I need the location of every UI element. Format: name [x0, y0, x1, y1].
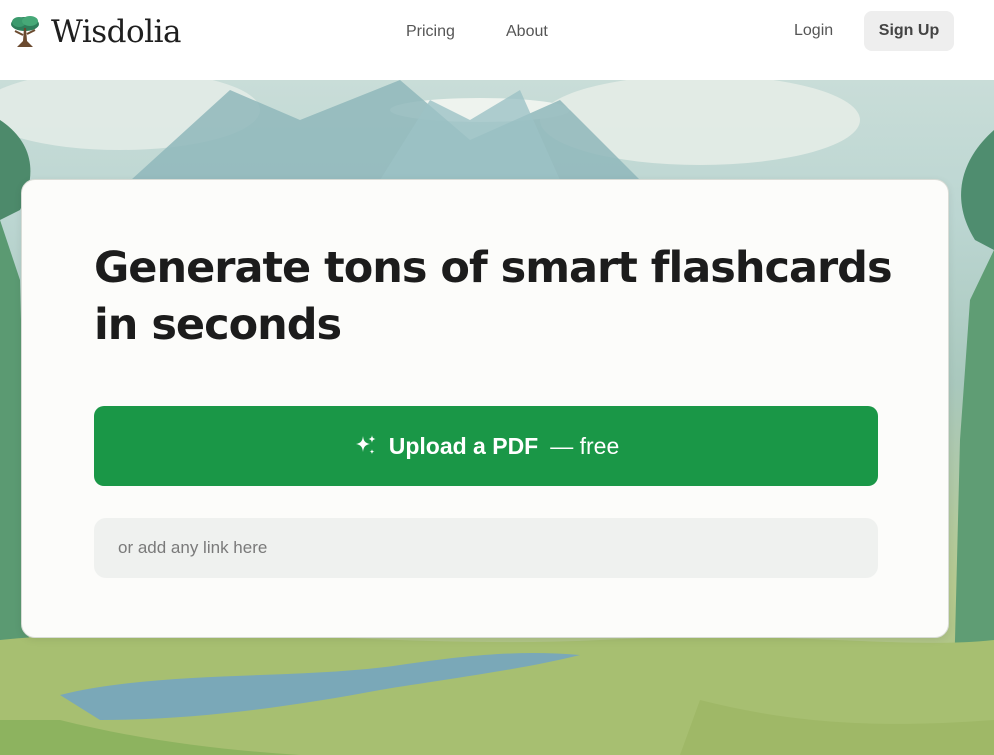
link-input[interactable]	[94, 518, 878, 578]
hero-section: Generate tons of smart flashcards in sec…	[0, 80, 994, 755]
upload-free-label: — free	[550, 432, 620, 459]
login-link[interactable]: Login	[794, 22, 833, 40]
sparkle-icon	[355, 435, 376, 455]
hero-headline: Generate tons of smart flashcards in sec…	[94, 243, 893, 350]
upload-label: Upload a PDF	[388, 432, 539, 459]
brand-name: Wisdolia	[51, 14, 181, 50]
hero-card: Generate tons of smart flashcards in sec…	[21, 179, 949, 638]
signup-button[interactable]: Sign Up	[864, 11, 954, 51]
nav-about-link[interactable]: About	[506, 23, 548, 41]
logo[interactable]: Wisdolia	[9, 14, 181, 50]
nav-pricing-link[interactable]: Pricing	[406, 23, 455, 41]
tree-logo-icon	[11, 16, 39, 47]
navbar: Wisdolia Pricing About Login Sign Up	[0, 0, 994, 80]
upload-pdf-button[interactable]: Upload a PDF — free	[94, 406, 878, 486]
